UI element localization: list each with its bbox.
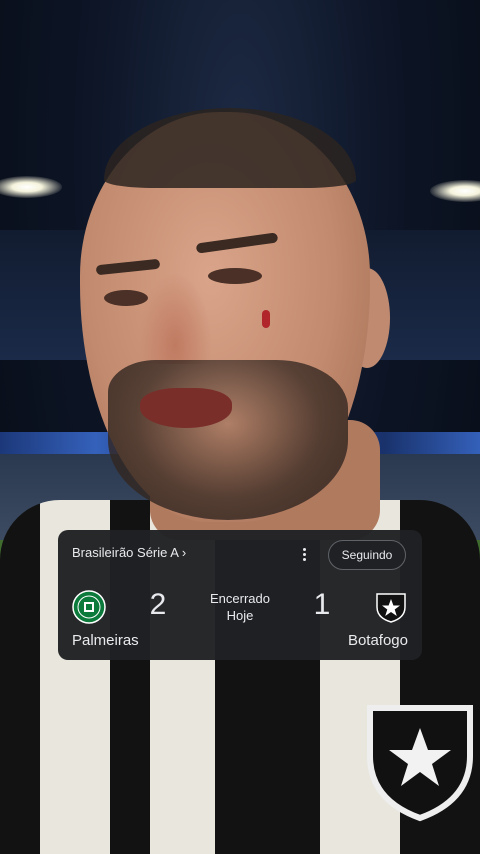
- match-status: Encerrado Hoje: [198, 590, 282, 624]
- player-beard: [108, 360, 348, 520]
- player-hair: [104, 108, 356, 188]
- more-options-icon[interactable]: [296, 544, 312, 564]
- away-score: 1: [313, 588, 331, 621]
- match-status-label: Encerrado: [210, 591, 270, 606]
- jersey-star-badge: [367, 705, 473, 822]
- match-date-label: Hoje: [226, 608, 254, 623]
- background-photo: [0, 0, 480, 854]
- home-team-name[interactable]: Palmeiras: [72, 632, 139, 649]
- player-mouth: [140, 388, 232, 428]
- palmeiras-crest-icon: [72, 590, 106, 624]
- player-eye: [208, 268, 262, 284]
- player-figure: [0, 0, 480, 854]
- league-link[interactable]: Brasileirão Série A ›: [72, 545, 186, 560]
- home-score: 2: [149, 588, 167, 621]
- away-team-name[interactable]: Botafogo: [348, 632, 408, 649]
- botafogo-crest-icon: [376, 593, 406, 623]
- following-button[interactable]: Seguindo: [328, 540, 406, 570]
- match-score-card[interactable]: Brasileirão Série A › Seguindo 2 Encerra…: [58, 530, 422, 660]
- player-cut: [262, 310, 270, 328]
- player-nose: [138, 272, 212, 364]
